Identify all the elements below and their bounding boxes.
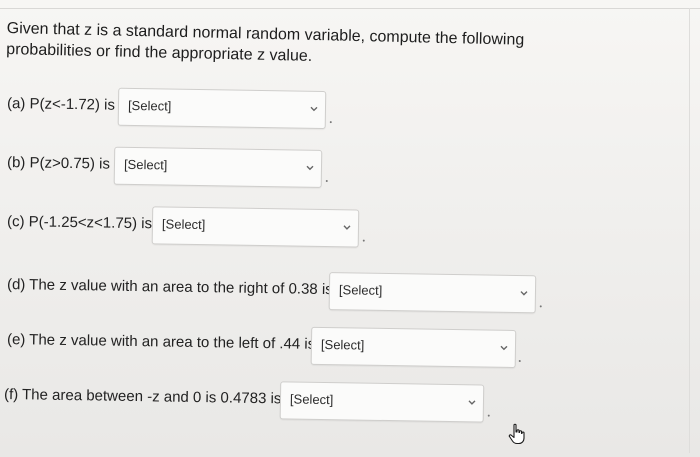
question-item-c: (c) P(-1.25<z<1.75) is [Select] bbox=[7, 204, 378, 248]
question-item-d: (d) The z value with an area to the righ… bbox=[7, 267, 553, 314]
chevron-down-icon bbox=[343, 225, 351, 230]
top-divider bbox=[0, 8, 700, 9]
select-placeholder-f: [Select] bbox=[289, 391, 334, 408]
question-item-a: (a) P(z<-1.72) is [Select] bbox=[6, 86, 338, 130]
question-label-f: (f) The area between -z and 0 is 0.4783 … bbox=[3, 386, 282, 408]
chevron-down-icon bbox=[468, 400, 476, 405]
question-label-a: (a) P(z<-1.72) is bbox=[6, 95, 116, 114]
select-placeholder-a: [Select] bbox=[127, 97, 172, 114]
chevron-down-icon bbox=[500, 345, 508, 351]
select-placeholder-b: [Select] bbox=[123, 156, 168, 173]
answer-select-b[interactable]: [Select] bbox=[113, 146, 323, 188]
trailing-period bbox=[539, 305, 542, 308]
question-label-c: (c) P(-1.25<z<1.75) is bbox=[6, 213, 153, 233]
answer-select-f[interactable]: [Select] bbox=[279, 381, 485, 423]
question-item-b: (b) P(z>0.75) is [Select] bbox=[7, 145, 338, 188]
chevron-down-icon bbox=[310, 106, 318, 112]
trailing-period bbox=[518, 360, 521, 363]
question-prompt: Given that z is a standard normal random… bbox=[6, 19, 525, 65]
answer-select-d[interactable]: [Select] bbox=[328, 272, 537, 314]
select-placeholder-e: [Select] bbox=[320, 336, 365, 353]
select-placeholder-d: [Select] bbox=[338, 282, 383, 298]
quiz-page: Given that z is a standard normal random… bbox=[0, 0, 700, 457]
trailing-period bbox=[487, 414, 490, 417]
trailing-period bbox=[329, 121, 332, 124]
question-item-e: (e) The z value with an area to the left… bbox=[7, 322, 533, 368]
select-placeholder-c: [Select] bbox=[161, 216, 206, 233]
hand-pointer-icon bbox=[508, 423, 525, 445]
trailing-period bbox=[325, 180, 328, 183]
question-label-b: (b) P(z>0.75) is bbox=[6, 154, 111, 173]
question-item-f: (f) The area between -z and 0 is 0.4783 … bbox=[4, 377, 505, 423]
answer-select-c[interactable]: [Select] bbox=[151, 206, 360, 248]
chevron-down-icon bbox=[306, 165, 314, 171]
answer-select-e[interactable]: [Select] bbox=[310, 326, 517, 368]
question-label-d: (d) The z value with an area to the righ… bbox=[6, 276, 333, 299]
answer-select-a[interactable]: [Select] bbox=[117, 87, 327, 130]
question-label-e: (e) The z value with an area to the left… bbox=[6, 331, 316, 353]
right-divider bbox=[689, 8, 690, 453]
chevron-down-icon bbox=[520, 291, 528, 296]
trailing-period bbox=[362, 239, 365, 242]
